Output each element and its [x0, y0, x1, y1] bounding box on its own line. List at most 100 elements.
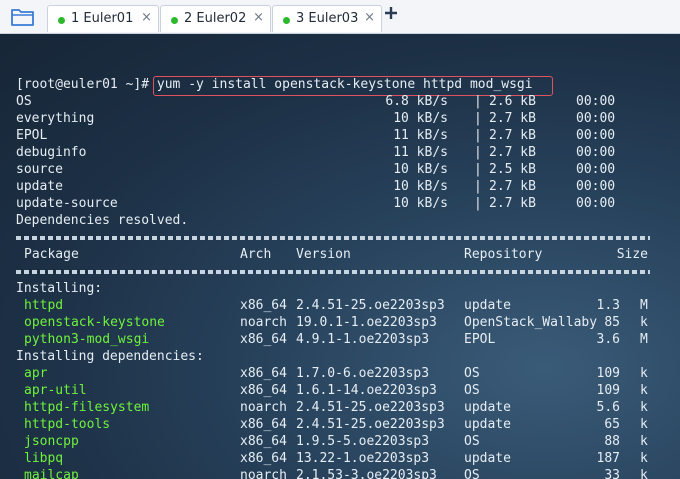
command-line: [root@euler01 ~]# yum -y install opensta…	[16, 77, 533, 92]
package-name: httpd	[24, 298, 64, 313]
package-size: 109	[596, 383, 620, 398]
repo-name: OS	[16, 94, 32, 109]
repo-time: 00:00	[576, 145, 616, 160]
header-arch: Arch	[240, 247, 272, 262]
repo-name: update-source	[16, 196, 118, 211]
package-size-unit: k	[640, 383, 648, 398]
terminal-app: 1 Euler01 × 2 Euler02 × 3 Euler03 × [roo…	[0, 0, 680, 479]
repo-name: source	[16, 162, 63, 177]
package-arch: noarch	[240, 315, 287, 330]
package-arch: x86_64	[240, 434, 287, 449]
package-size: 5.6	[596, 400, 620, 415]
command-text: yum -y install openstack-keystone httpd …	[156, 77, 533, 92]
separator-rule	[16, 270, 650, 274]
repo-speed: 10 kB/s	[393, 196, 448, 211]
tab-label: 2 Euler02	[184, 11, 247, 26]
deps-resolved: Dependencies resolved.	[16, 213, 189, 228]
package-arch: noarch	[240, 400, 287, 415]
package-size-unit: k	[640, 468, 648, 479]
package-name: httpd-tools	[24, 417, 111, 432]
header-size: Size	[616, 247, 648, 262]
package-size-unit: M	[640, 332, 648, 347]
package-version: 1.9.5-5.oe2203sp3	[296, 434, 430, 449]
package-repository: update	[464, 451, 511, 466]
package-size: 187	[596, 451, 620, 466]
package-name: apr-util	[24, 383, 87, 398]
repo-size: 2.6 kB	[489, 94, 536, 109]
package-repository: OS	[464, 468, 480, 479]
package-repository: OpenStack_Wallaby	[464, 315, 598, 330]
package-size: 85	[604, 315, 620, 330]
package-size-unit: k	[640, 366, 648, 381]
status-dot-icon	[283, 17, 290, 24]
package-name: openstack-keystone	[24, 315, 165, 330]
repo-name: debuginfo	[16, 145, 87, 160]
tab-label: 3 Euler03	[296, 11, 359, 26]
header-package: Package	[24, 247, 79, 262]
close-icon[interactable]: ×	[253, 10, 264, 25]
package-version: 2.1.53-3.oe2203sp3	[296, 468, 437, 479]
repo-time: 00:00	[576, 196, 616, 211]
repo-time: 00:00	[576, 128, 616, 143]
folder-icon[interactable]	[10, 6, 36, 28]
close-icon[interactable]: ×	[364, 10, 375, 25]
repo-speed: 10 kB/s	[393, 179, 448, 194]
repo-speed: 10 kB/s	[393, 111, 448, 126]
package-size-unit: k	[640, 434, 648, 449]
plus-icon[interactable]	[384, 6, 398, 20]
package-arch: noarch	[240, 468, 287, 479]
tab-bar: 1 Euler01 × 2 Euler02 × 3 Euler03 ×	[0, 0, 680, 34]
package-size: 65	[604, 417, 620, 432]
separator: |	[474, 94, 482, 109]
repo-size: 2.7 kB	[489, 111, 536, 126]
package-arch: x86_64	[240, 417, 287, 432]
separator: |	[474, 145, 482, 160]
repo-size: 2.5 kB	[489, 162, 536, 177]
repo-size: 2.7 kB	[489, 128, 536, 143]
repo-speed: 10 kB/s	[393, 162, 448, 177]
package-arch: x86_64	[240, 298, 287, 313]
separator: |	[474, 128, 482, 143]
close-icon[interactable]: ×	[141, 10, 152, 25]
package-size: 3.6	[596, 332, 620, 347]
package-size-unit: k	[640, 451, 648, 466]
header-version: Version	[296, 247, 351, 262]
package-size: 109	[596, 366, 620, 381]
tab-euler01[interactable]: 1 Euler01 ×	[47, 5, 159, 32]
package-name: python3-mod_wsgi	[24, 332, 150, 347]
header-repository: Repository	[464, 247, 543, 262]
shell-prompt: [root@euler01 ~]#	[16, 77, 150, 92]
package-version: 2.4.51-25.oe2203sp3	[296, 298, 445, 313]
separator-rule	[16, 236, 650, 240]
repo-size: 2.7 kB	[489, 145, 536, 160]
package-repository: update	[464, 298, 511, 313]
repo-time: 00:00	[576, 162, 616, 177]
package-name: apr	[24, 366, 48, 381]
package-repository: update	[464, 400, 511, 415]
package-version: 13.22-1.oe2203sp3	[296, 451, 430, 466]
tab-euler02[interactable]: 2 Euler02 ×	[160, 5, 271, 32]
package-size: 1.3	[596, 298, 620, 313]
package-version: 1.7.0-6.oe2203sp3	[296, 366, 430, 381]
package-size: 88	[604, 434, 620, 449]
tab-label: 1 Euler01	[71, 11, 134, 26]
package-name: httpd-filesystem	[24, 400, 150, 415]
package-name: libpq	[24, 451, 64, 466]
repo-size: 2.7 kB	[489, 179, 536, 194]
status-dot-icon	[171, 17, 178, 24]
repo-speed: 11 kB/s	[393, 145, 448, 160]
package-arch: x86_64	[240, 383, 287, 398]
package-version: 1.6.1-14.oe2203sp3	[296, 383, 437, 398]
separator: |	[474, 196, 482, 211]
tab-euler03[interactable]: 3 Euler03 ×	[272, 5, 382, 32]
package-version: 4.9.1-1.oe2203sp3	[296, 332, 430, 347]
package-repository: EPOL	[464, 332, 496, 347]
terminal-output[interactable]: [root@euler01 ~]# yum -y install opensta…	[0, 34, 680, 479]
package-name: mailcap	[24, 468, 79, 479]
repo-time: 00:00	[576, 94, 616, 109]
separator: |	[474, 111, 482, 126]
package-size-unit: k	[640, 417, 648, 432]
package-repository: update	[464, 417, 511, 432]
package-arch: x86_64	[240, 332, 287, 347]
repo-speed: 11 kB/s	[393, 128, 448, 143]
